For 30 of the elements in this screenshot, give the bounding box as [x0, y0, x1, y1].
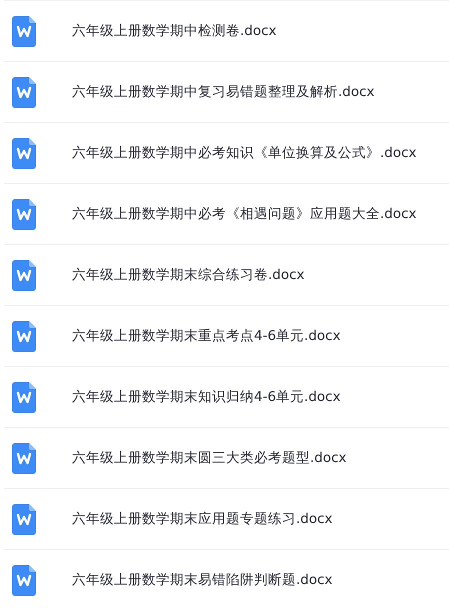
word-document-icon	[12, 76, 36, 108]
word-document-icon	[12, 138, 36, 168]
word-document-icon	[12, 442, 36, 474]
file-row[interactable]: 六年级上册数学期中检测卷.docx	[4, 1, 449, 62]
file-row[interactable]: 六年级上册数学期末综合练习卷.docx	[4, 245, 449, 306]
file-row[interactable]: 六年级上册数学期末重点考点4-6单元.docx	[4, 306, 449, 367]
file-name: 六年级上册数学期末应用题专题练习.docx	[72, 510, 333, 529]
word-document-icon	[12, 320, 36, 352]
file-name: 六年级上册数学期末知识归纳4-6单元.docx	[72, 388, 341, 407]
file-row[interactable]: 六年级上册数学期末应用题专题练习.docx	[4, 489, 449, 550]
file-row[interactable]: 六年级上册数学期末知识归纳4-6单元.docx	[4, 367, 449, 428]
file-name: 六年级上册数学期末易错陷阱判断题.docx	[72, 570, 333, 590]
file-name: 六年级上册数学期中必考《相遇问题》应用题大全.docx	[72, 204, 417, 224]
word-document-icon	[12, 382, 36, 412]
word-document-icon	[12, 16, 36, 46]
file-name: 六年级上册数学期末圆三大类必考题型.docx	[72, 448, 347, 468]
file-name: 六年级上册数学期中必考知识《单位换算及公式》.docx	[72, 144, 417, 163]
word-document-icon	[12, 564, 36, 596]
file-name: 六年级上册数学期末综合练习卷.docx	[72, 266, 305, 285]
file-row[interactable]: 六年级上册数学期末易错陷阱判断题.docx	[4, 550, 449, 608]
file-row[interactable]: 六年级上册数学期中必考《相遇问题》应用题大全.docx	[4, 184, 449, 245]
file-name: 六年级上册数学期末重点考点4-6单元.docx	[72, 326, 341, 346]
word-document-icon	[12, 504, 36, 534]
file-row[interactable]: 六年级上册数学期中复习易错题整理及解析.docx	[4, 62, 449, 123]
word-document-icon	[12, 198, 36, 230]
file-row[interactable]: 六年级上册数学期中必考知识《单位换算及公式》.docx	[4, 123, 449, 184]
word-document-icon	[12, 260, 36, 290]
file-row[interactable]: 六年级上册数学期末圆三大类必考题型.docx	[4, 428, 449, 489]
file-name: 六年级上册数学期中复习易错题整理及解析.docx	[72, 82, 375, 102]
file-name: 六年级上册数学期中检测卷.docx	[72, 22, 277, 41]
